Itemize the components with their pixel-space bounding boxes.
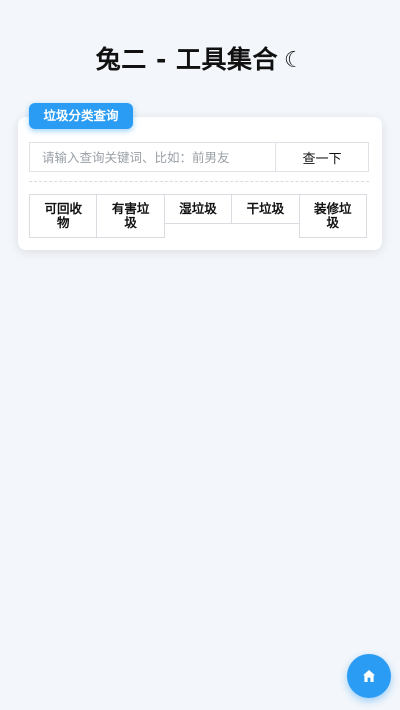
category-buttons: 可回收物 有害垃圾 湿垃圾 干垃圾 装修垃圾 <box>29 194 371 238</box>
search-row: 查一下 <box>29 142 369 172</box>
moon-icon[interactable]: ☾ <box>284 48 304 73</box>
search-input[interactable] <box>29 142 275 172</box>
home-button[interactable] <box>347 654 391 698</box>
page-title: 兔二 - 工具集合 ☾ <box>0 40 400 76</box>
category-recyclable-button[interactable]: 可回收物 <box>29 194 98 238</box>
category-dry-button[interactable]: 干垃圾 <box>231 194 300 224</box>
category-renovation-button[interactable]: 装修垃圾 <box>298 194 367 238</box>
card-tag-label: 垃圾分类查询 <box>29 103 133 129</box>
page-title-text: 兔二 - 工具集合 <box>95 45 279 74</box>
garbage-query-card: 查一下 可回收物 有害垃圾 湿垃圾 干垃圾 装修垃圾 <box>18 117 382 250</box>
category-hazardous-button[interactable]: 有害垃圾 <box>96 194 165 238</box>
category-wet-button[interactable]: 湿垃圾 <box>163 194 233 224</box>
home-icon <box>361 668 377 684</box>
dashed-divider <box>29 181 369 182</box>
search-button[interactable]: 查一下 <box>275 142 369 172</box>
